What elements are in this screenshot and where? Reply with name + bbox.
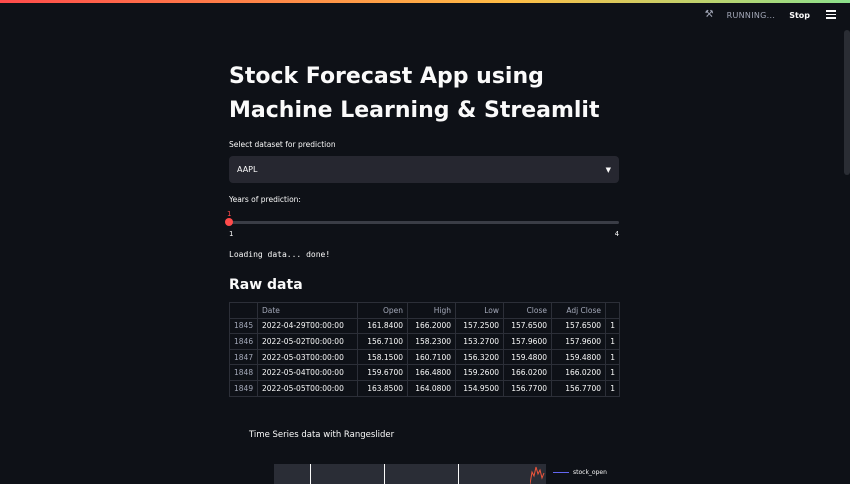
time-series-chart[interactable] [274,464,546,484]
table-cell: 157.9600 [551,333,606,350]
legend-label: stock_open [573,469,607,476]
column-header[interactable]: Date [257,302,358,319]
slider-max-label: 4 [614,230,619,238]
chart-gridline [458,464,459,484]
years-slider-label: Years of prediction: [229,195,301,204]
table-cell: 156.7100 [357,333,408,350]
table-cell: 1847 [229,348,258,366]
table-cell: 159.4800 [551,348,606,366]
chart-legend[interactable]: stock_open [553,469,607,476]
table-row[interactable]: 1848 2022-05-04T00:00:00 159.6700 166.48… [229,364,620,381]
table-cell: 1849 [229,379,258,397]
table-cell: 153.2700 [455,333,504,350]
hamburger-menu-icon[interactable] [826,10,836,19]
slider-track[interactable] [229,221,619,224]
table-cell: 159.2600 [455,364,504,381]
column-header[interactable] [605,302,620,319]
table-cell: 1848 [229,364,258,381]
raw-data-heading: Raw data [229,277,303,293]
page-scrollbar[interactable] [844,30,850,175]
years-slider[interactable]: 1 1 4 [225,208,619,244]
table-cell: 166.0200 [551,364,606,381]
status-widget: ⚒ RUNNING... Stop [705,9,810,21]
table-cell: 2022-05-05T00:00:00 [257,379,358,397]
table-cell: 157.6500 [503,317,552,335]
table-cell: 1 [605,317,620,335]
table-cell: 157.9600 [503,333,552,350]
table-cell: 166.4800 [407,364,456,381]
running-status-text: RUNNING... [726,10,776,20]
running-figure-icon: ⚒ [704,9,714,20]
slider-current-value: 1 [227,210,232,218]
table-cell: 1 [605,348,620,366]
chart-series-fragment [530,466,545,484]
table-cell: 2022-05-04T00:00:00 [257,364,358,381]
dataset-select-label: Select dataset for prediction [229,140,336,149]
table-cell: 160.7100 [407,348,456,366]
column-header[interactable]: High [407,302,456,319]
column-header[interactable]: Close [503,302,552,319]
loading-status: Loading data... done! [229,250,331,259]
table-cell: 166.0200 [503,364,552,381]
table-cell: 157.6500 [551,317,606,335]
table-row[interactable]: 1845 2022-04-29T00:00:00 161.8400 166.20… [229,317,620,335]
table-header-row: Date Open High Low Close Adj Close [229,302,620,319]
table-cell: 2022-05-02T00:00:00 [257,333,358,350]
table-cell: 2022-05-03T00:00:00 [257,348,358,366]
table-cell: 1845 [229,317,258,335]
stop-button[interactable]: Stop [789,11,810,20]
table-cell: 1 [605,364,620,381]
page-title: Stock Forecast App using Machine Learnin… [229,64,600,123]
table-cell: 158.1500 [357,348,408,366]
dataset-select[interactable]: AAPL ▼ [229,156,619,183]
column-header[interactable] [229,302,258,319]
dataset-select-value: AAPL [237,165,258,174]
raw-data-table[interactable]: Date Open High Low Close Adj Close 1845 … [229,302,620,397]
table-cell: 158.2300 [407,333,456,350]
table-cell: 159.6700 [357,364,408,381]
table-cell: 1 [605,333,620,350]
column-header[interactable]: Open [357,302,408,319]
slider-min-label: 1 [229,230,234,238]
slider-thumb[interactable] [225,218,233,226]
table-cell: 156.7700 [503,379,552,397]
table-cell: 1 [605,379,620,397]
table-row[interactable]: 1849 2022-05-05T00:00:00 163.8500 164.08… [229,379,620,397]
table-cell: 164.0800 [407,379,456,397]
chart-gridline [310,464,311,484]
table-cell: 161.8400 [357,317,408,335]
table-cell: 1846 [229,333,258,350]
column-header[interactable]: Adj Close [551,302,606,319]
legend-line-swatch [553,471,569,474]
table-cell: 163.8500 [357,379,408,397]
table-cell: 154.9500 [455,379,504,397]
table-cell: 156.7700 [551,379,606,397]
chart-gridline [384,464,385,484]
table-cell: 156.3200 [455,348,504,366]
table-row[interactable]: 1846 2022-05-02T00:00:00 156.7100 158.23… [229,333,620,350]
table-cell: 166.2000 [407,317,456,335]
chart-title: Time Series data with Rangeslider [249,430,395,440]
table-row[interactable]: 1847 2022-05-03T00:00:00 158.1500 160.71… [229,348,620,366]
top-decoration-bar [0,0,850,3]
chevron-down-icon: ▼ [605,165,611,174]
main-content: Stock Forecast App using Machine Learnin… [225,60,620,397]
table-cell: 2022-04-29T00:00:00 [257,317,358,335]
table-cell: 159.4800 [503,348,552,366]
column-header[interactable]: Low [455,302,504,319]
table-cell: 157.2500 [455,317,504,335]
